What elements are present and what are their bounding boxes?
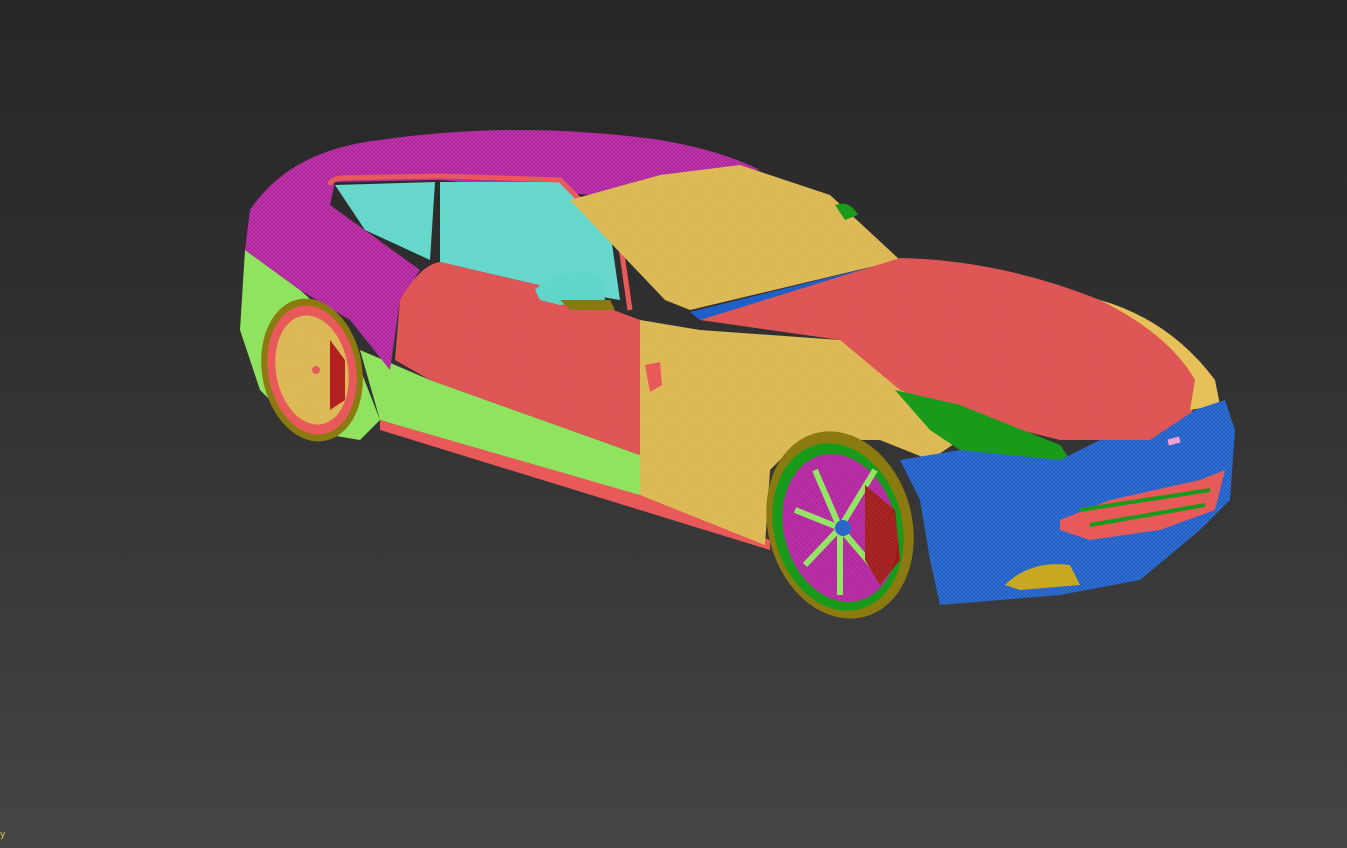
car-wireframe-model[interactable] — [0, 0, 1347, 848]
y-axis-label: y — [0, 830, 6, 840]
3d-viewport[interactable]: y — [0, 0, 1347, 848]
axis-gizmo: y — [0, 828, 20, 848]
